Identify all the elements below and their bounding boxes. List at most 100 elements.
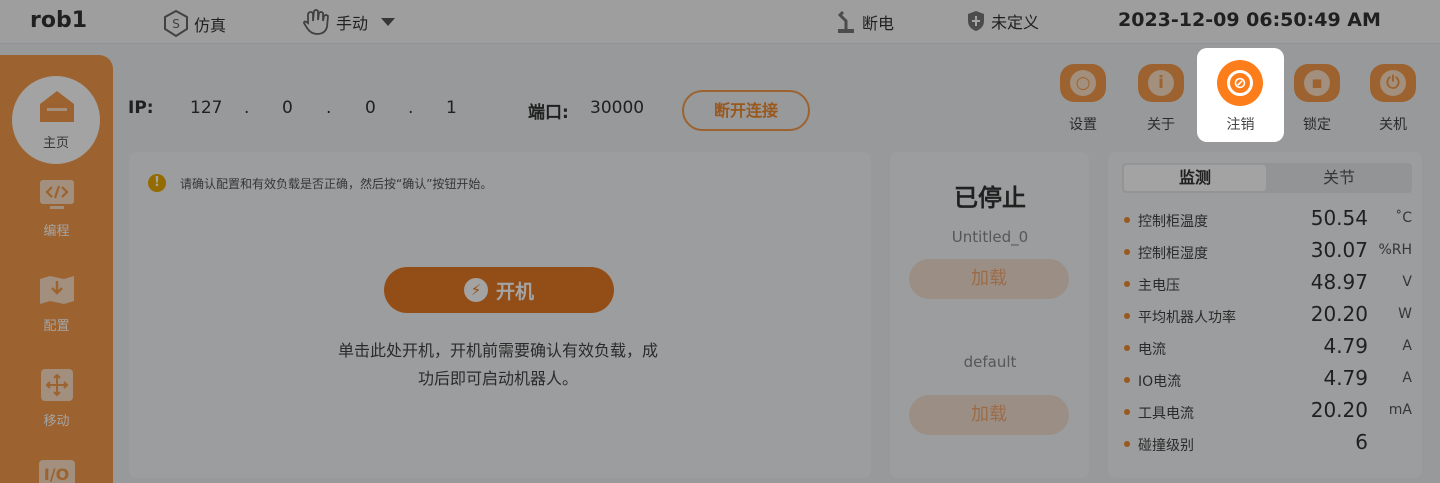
mode-label: 仿真 xyxy=(194,16,227,35)
monitor-row-name: 平均机器人功率 xyxy=(1138,310,1236,326)
load-program-button[interactable]: 加载 xyxy=(909,259,1069,299)
monitor-row: 主电压 48.97 V xyxy=(1124,270,1420,296)
ip-octet-2[interactable]: 0 xyxy=(282,98,293,118)
monitor-row-value: 48.97 xyxy=(1310,270,1368,294)
mode-indicator[interactable]: S 仿真 xyxy=(162,9,226,39)
hand-icon xyxy=(303,9,329,35)
bullet-dot xyxy=(1124,377,1130,383)
control-mode-label: 手动 xyxy=(336,14,369,33)
monitor-row-value: 50.54 xyxy=(1310,206,1368,230)
monitor-row: 碰撞级别 6 xyxy=(1124,430,1420,456)
monitor-row-value: 20.20 xyxy=(1310,302,1368,326)
bullet-dot xyxy=(1124,409,1130,415)
robot-state: 已停止 xyxy=(954,184,1026,212)
logout-icon: ⊘ xyxy=(1227,70,1253,96)
ip-octet-3[interactable]: 0 xyxy=(365,98,376,118)
bullet-dot xyxy=(1124,313,1130,319)
config-icon xyxy=(39,276,74,304)
monitor-row-unit: W xyxy=(1398,306,1412,322)
sidebar-item-label: 编程 xyxy=(43,224,70,239)
power-on-hint: 单击此处开机，开机前需要确认有效负载，成 功后即可启动机器人。 xyxy=(300,337,696,393)
info-icon: i xyxy=(1148,70,1174,96)
hint-line-2: 功后即可启动机器人。 xyxy=(417,369,578,388)
svg-text:S: S xyxy=(172,17,180,31)
ip-octet-1[interactable]: 127 xyxy=(190,98,222,118)
monitor-row: 平均机器人功率 20.20 W xyxy=(1124,302,1420,328)
power-on-button[interactable]: ⚡ 开机 xyxy=(384,267,614,313)
program-name: Untitled_0 xyxy=(951,228,1029,246)
move-icon xyxy=(40,369,73,401)
hint-line-1: 单击此处开机，开机前需要确认有效负载，成 xyxy=(337,341,658,360)
monitor-row-unit: A xyxy=(1402,370,1412,386)
monitor-row-name: 碰撞级别 xyxy=(1138,438,1194,454)
notice-text: 请确认配置和有效负载是否正确，然后按“确认”按钮开始。 xyxy=(180,176,493,191)
port-value[interactable]: 30000 xyxy=(590,98,644,118)
monitor-row-value: 30.07 xyxy=(1310,238,1368,262)
tab-monitor[interactable]: 监测 xyxy=(1124,165,1266,191)
monitor-row-name: 控制柜湿度 xyxy=(1138,246,1208,262)
monitor-row-name: 主电压 xyxy=(1138,278,1180,294)
sidebar-item-program[interactable]: 编程 xyxy=(0,178,113,239)
sidebar: 主页 编程 配置 移动 I/O xyxy=(0,55,113,483)
monitor-row-unit: %RH xyxy=(1378,242,1412,258)
monitor-tabs: 监测 关节 xyxy=(1122,163,1412,193)
simulation-icon: S xyxy=(164,9,188,38)
monitor-row-unit: A xyxy=(1402,338,1412,354)
monitor-row-name: 电流 xyxy=(1138,342,1166,358)
monitor-row-value: 20.20 xyxy=(1310,398,1368,422)
monitor-row-value: 4.79 xyxy=(1323,334,1368,358)
monitor-row-name: 控制柜温度 xyxy=(1138,214,1208,230)
top-bar: rob1 S 仿真 手动 断电 未定义 2023-12-09 06:50:49 … xyxy=(0,0,1440,44)
chevron-down-icon xyxy=(381,18,396,26)
sidebar-item-config[interactable]: 配置 xyxy=(0,273,113,334)
lightning-icon: ⚡ xyxy=(463,278,488,302)
about-button[interactable]: i 关于 xyxy=(1114,48,1208,142)
power-icon: ⏻ xyxy=(1380,70,1406,96)
shutdown-button[interactable]: ⏻ 关机 xyxy=(1346,48,1440,142)
ip-octet-4[interactable]: 1 xyxy=(446,98,457,118)
datetime: 2023-12-09 06:50:49 AM xyxy=(1118,9,1381,31)
logout-button[interactable]: ⊘ 注销 xyxy=(1197,48,1284,142)
control-mode-dropdown[interactable]: 手动 xyxy=(302,9,402,35)
monitor-row-value: 6 xyxy=(1355,430,1368,454)
ip-dot: . xyxy=(408,98,414,118)
sidebar-item-home[interactable]: 主页 xyxy=(12,76,100,164)
monitor-row-name: IO电流 xyxy=(1138,374,1182,390)
shield-icon xyxy=(968,11,984,31)
power-status: 断电 xyxy=(834,9,894,35)
monitor-row-unit: ˚C xyxy=(1395,210,1412,226)
payload-name: default xyxy=(963,353,1017,371)
load-payload-button[interactable]: 加载 xyxy=(909,395,1069,435)
monitor-row-name: 工具电流 xyxy=(1138,406,1194,422)
bullet-dot xyxy=(1124,249,1130,255)
monitor-row-unit: V xyxy=(1402,274,1412,290)
sidebar-item-io[interactable]: I/O xyxy=(0,460,113,483)
about-label: 关于 xyxy=(1147,117,1175,133)
power-status-label: 断电 xyxy=(862,14,895,33)
robot-name: rob1 xyxy=(30,8,88,33)
safety-status-label: 未定义 xyxy=(991,13,1040,32)
monitor-row: 电流 4.79 A xyxy=(1124,334,1420,360)
power-on-label: 开机 xyxy=(495,280,534,303)
sidebar-item-move[interactable]: 移动 xyxy=(0,368,113,429)
ip-dot: . xyxy=(326,98,332,118)
shutdown-label: 关机 xyxy=(1379,117,1407,133)
ip-label: IP: xyxy=(128,98,154,118)
logout-label: 注销 xyxy=(1226,117,1255,133)
monitor-row: 控制柜温度 50.54 ˚C xyxy=(1124,206,1420,232)
settings-icon: ○ xyxy=(1070,70,1096,96)
bullet-dot xyxy=(1124,345,1130,351)
warning-icon: ! xyxy=(148,174,166,192)
code-icon xyxy=(39,180,74,209)
sidebar-item-label: 配置 xyxy=(43,319,70,334)
disconnect-button[interactable]: 断开连接 xyxy=(682,90,810,131)
safety-status: 未定义 xyxy=(965,9,1039,33)
home-icon xyxy=(40,91,74,122)
sidebar-item-label: 主页 xyxy=(42,136,69,151)
notice: ! 请确认配置和有效负载是否正确，然后按“确认”按钮开始。 xyxy=(148,174,492,192)
tab-joints[interactable]: 关节 xyxy=(1268,165,1410,191)
power-on-panel xyxy=(129,152,871,478)
monitor-row: 控制柜湿度 30.07 %RH xyxy=(1124,238,1420,264)
bullet-dot xyxy=(1124,217,1130,223)
io-icon: I/O xyxy=(38,460,75,483)
